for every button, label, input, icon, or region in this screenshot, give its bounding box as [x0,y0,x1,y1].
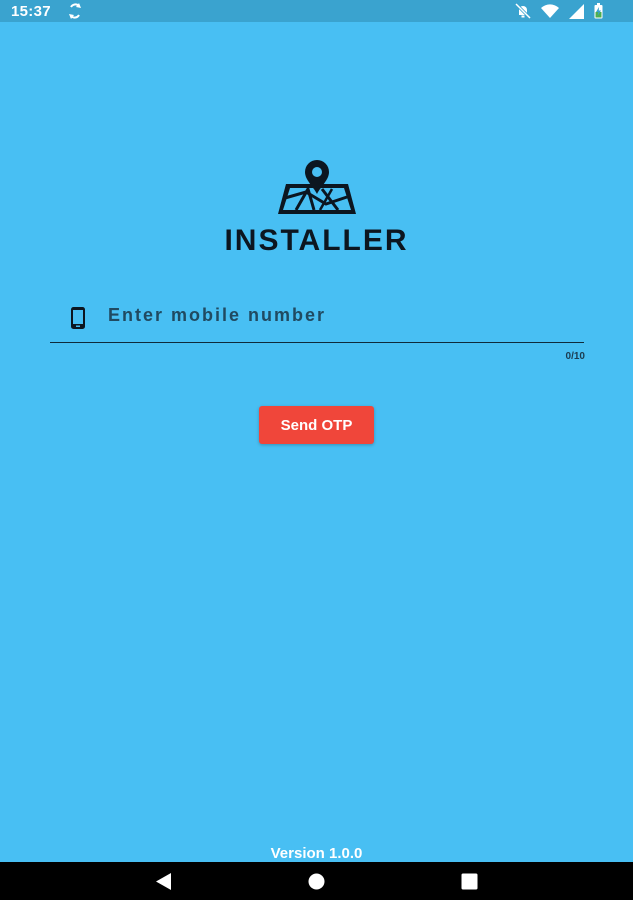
character-counter: 0/10 [565,351,585,362]
status-bar: 15:37 [0,0,633,22]
app-title: INSTALLER [224,224,409,257]
status-icons [515,3,603,19]
battery-charging-icon [594,3,603,19]
wifi-icon [541,4,559,18]
mobile-number-input[interactable] [108,300,578,330]
input-underline [50,342,584,343]
signal-icon [569,3,584,19]
send-otp-button[interactable]: Send OTP [259,406,374,444]
navigation-bar [0,862,633,900]
home-icon[interactable] [308,873,325,890]
recents-icon[interactable] [461,873,478,890]
status-time: 15:37 [11,3,51,20]
sync-icon [68,3,82,19]
map-location-pin-icon [276,160,358,216]
mobile-number-field[interactable] [50,298,584,342]
mute-icon [515,3,531,19]
version-label: Version 1.0.0 [270,845,363,862]
mobile-phone-icon [70,306,86,330]
back-icon[interactable] [155,873,172,890]
